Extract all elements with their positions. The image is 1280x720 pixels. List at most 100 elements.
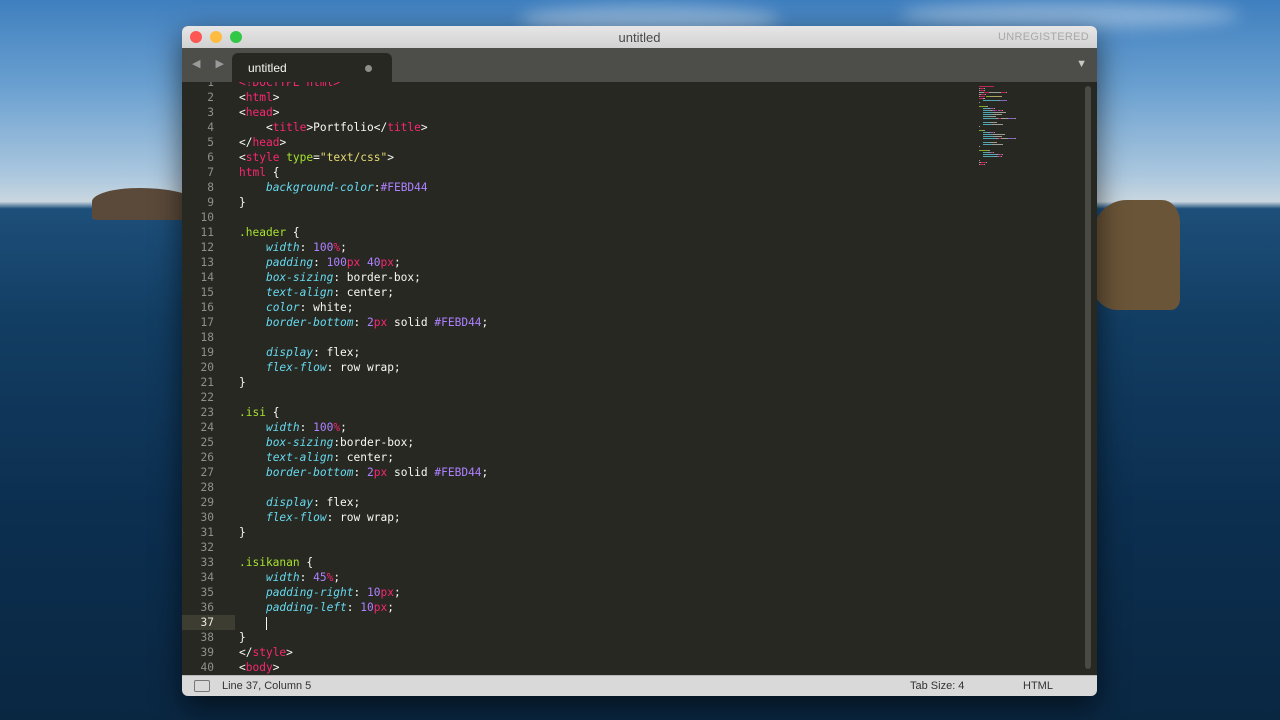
code-line[interactable]: display: flex; (239, 345, 959, 360)
line-number: 10 (200, 211, 214, 224)
minimap-mark (988, 116, 996, 117)
minimap-mark (983, 136, 993, 137)
line-number: 34 (200, 571, 214, 584)
minimap-mark (993, 134, 1005, 135)
minimap-mark (1000, 100, 1007, 101)
code-line[interactable]: background-color:#FEBD44 (239, 180, 959, 195)
line-number: 29 (200, 496, 214, 509)
minimap-mark (979, 106, 986, 107)
code-line[interactable]: width: 100%; (239, 420, 959, 435)
editor-window: untitled UNREGISTERED ◀ ▶ untitled ▼ 12 3… (182, 26, 1097, 696)
code-line[interactable]: border-bottom: 2px solid #FEBD44; (239, 465, 959, 480)
tab-size-selector[interactable]: Tab Size: 4 (910, 680, 964, 692)
code-line[interactable]: padding: 100px 40px; (239, 255, 959, 270)
code-line[interactable]: flex-flow: row wrap; (239, 360, 959, 375)
code-line[interactable]: </style> (239, 645, 959, 660)
code-line[interactable] (239, 390, 959, 405)
minimap-mark (1002, 110, 1003, 111)
code-line[interactable]: html { (239, 165, 959, 180)
minimap-mark (983, 144, 992, 145)
minimap[interactable] (979, 82, 1059, 182)
code-line[interactable]: width: 45%; (239, 570, 959, 585)
code-line[interactable]: <body> (239, 660, 959, 675)
line-number: 24 (200, 421, 214, 434)
minimap-mark (979, 102, 980, 103)
code-line[interactable]: <head> (239, 105, 959, 120)
code-line[interactable]: } (239, 630, 959, 645)
line-number: 5 (207, 136, 214, 149)
minimap-mark (984, 88, 985, 89)
cursor-position: Line 37, Column 5 (222, 680, 312, 692)
line-number: 23 (200, 406, 214, 419)
minimap-mark (994, 132, 995, 133)
code-line[interactable]: box-sizing: border-box; (239, 270, 959, 285)
code-line[interactable]: text-align: center; (239, 450, 959, 465)
window-titlebar[interactable]: untitled UNREGISTERED (182, 26, 1097, 48)
code-line[interactable]: <!DOCTYPE html> (239, 82, 959, 90)
minimap-mark (1001, 96, 1002, 97)
line-number: 25 (200, 436, 214, 449)
syntax-selector[interactable]: HTML (1023, 680, 1053, 692)
code-line[interactable]: } (239, 195, 959, 210)
code-line[interactable]: } (239, 375, 959, 390)
minimap-mark (1008, 138, 1015, 139)
minimap-mark (983, 130, 985, 131)
minimap-mark (990, 142, 997, 143)
line-number: 12 (200, 241, 214, 254)
code-line[interactable]: .isi { (239, 405, 959, 420)
code-line[interactable] (239, 210, 959, 225)
code-line[interactable] (239, 540, 959, 555)
code-line[interactable]: color: white; (239, 300, 959, 315)
code-line[interactable] (239, 615, 959, 630)
code-line[interactable]: display: flex; (239, 495, 959, 510)
minimap-mark (992, 124, 1003, 125)
line-number: 38 (200, 631, 214, 644)
minimap-mark (1008, 118, 1015, 119)
code-line[interactable]: text-align: center; (239, 285, 959, 300)
minimap-mark (983, 122, 990, 123)
code-line[interactable]: <style type="text/css"> (239, 150, 959, 165)
code-line[interactable]: </head> (239, 135, 959, 150)
code-line[interactable]: } (239, 525, 959, 540)
background-cliff (1090, 200, 1180, 310)
minimap-mark (984, 90, 985, 91)
code-line[interactable]: <html> (239, 90, 959, 105)
panel-toggle-icon[interactable] (194, 680, 210, 692)
tab-nav-arrows-icon[interactable]: ◀ ▶ (192, 57, 230, 70)
code-line[interactable]: .isikanan { (239, 555, 959, 570)
minimap-mark (983, 142, 990, 143)
minimap-mark (983, 138, 996, 139)
code-line[interactable]: box-sizing:border-box; (239, 435, 959, 450)
minimap-mark (983, 114, 993, 115)
line-number: 30 (200, 511, 214, 524)
code-line[interactable]: flex-flow: row wrap; (239, 510, 959, 525)
line-number: 40 (200, 661, 214, 674)
line-number: 15 (200, 286, 214, 299)
minimap-mark (990, 122, 997, 123)
code-line[interactable]: width: 100%; (239, 240, 959, 255)
unsaved-dot-icon[interactable] (365, 65, 372, 72)
code-line[interactable]: padding-right: 10px; (239, 585, 959, 600)
tab-dropdown-icon[interactable]: ▼ (1076, 58, 1087, 70)
code-area[interactable]: <!DOCTYPE html> <html> <head> <title>Portf… (239, 82, 959, 675)
code-editor[interactable]: 1 2 3 4 5 6 7 8 9 10 11 12 13 14 15 16 17 18 19 20 21 22 23 24 2… (182, 82, 1097, 675)
minimap-mark (994, 108, 995, 109)
code-line[interactable]: border-bottom: 2px solid #FEBD44; (239, 315, 959, 330)
code-line[interactable] (239, 330, 959, 345)
minimap-mark (983, 112, 993, 113)
code-line[interactable]: padding-left: 10px; (239, 600, 959, 615)
tab-untitled[interactable]: untitled (232, 53, 392, 82)
code-line[interactable] (239, 480, 959, 495)
line-number: 20 (200, 361, 214, 374)
line-number-gutter: 1 2 3 4 5 6 7 8 9 10 11 12 13 14 15 16 17 18 19 20 21 22 23 24 2… (182, 82, 232, 675)
code-line[interactable]: <title>Portfolio</title> (239, 120, 959, 135)
minimap-mark (983, 100, 999, 101)
vertical-scrollbar[interactable] (1085, 86, 1091, 669)
line-number: 35 (200, 586, 214, 599)
minimap-mark (1001, 118, 1008, 119)
line-number: 18 (200, 331, 214, 344)
minimap-mark (979, 86, 994, 87)
background-cloud (900, 2, 1240, 28)
code-line[interactable]: .header { (239, 225, 959, 240)
minimap-mark (988, 150, 990, 151)
